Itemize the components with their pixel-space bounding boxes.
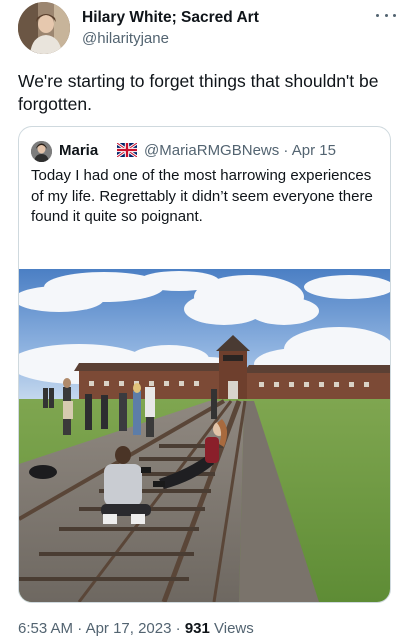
quoted-author-handle-date[interactable]: @MariaRMGBNews · Apr 15: [144, 142, 336, 159]
auschwitz-railway-photo: [19, 269, 390, 602]
tweet-header: Hilary White; Sacred Art @hilarityjane: [18, 2, 398, 54]
separator: ·: [175, 620, 181, 637]
author-handle[interactable]: @hilarityjane: [82, 30, 169, 47]
quoted-author-avatar[interactable]: [31, 141, 52, 162]
tweet-text: We're starting to forget things that sho…: [18, 71, 379, 114]
author-name[interactable]: Hilary White; Sacred Art: [82, 9, 259, 27]
quoted-author-name[interactable]: Maria: [59, 142, 98, 159]
quoted-tweet-text: Today I had one of the most harrowing ex…: [31, 167, 373, 225]
views-count: 931: [184, 620, 210, 637]
quoted-tweet[interactable]: Maria @MariaRMGBNews · Apr 15 Today I ha…: [18, 126, 391, 603]
quoted-profile-photo-icon: [31, 141, 52, 162]
author-avatar[interactable]: [18, 2, 70, 54]
views-label: Views: [214, 620, 254, 637]
more-options-icon[interactable]: [376, 8, 396, 22]
quoted-handle: @MariaRMGBNews: [144, 142, 280, 159]
quoted-photo[interactable]: [19, 269, 390, 602]
separator: ·: [77, 620, 83, 637]
profile-photo-icon: [18, 2, 70, 54]
separator: ·: [283, 142, 289, 159]
tweet-meta: 6:53 AM · Apr 17, 2023 · 931 Views: [18, 620, 254, 637]
tweet-time[interactable]: 6:53 AM: [18, 620, 73, 637]
quoted-date: Apr 15: [291, 142, 336, 159]
tweet-date[interactable]: Apr 17, 2023: [86, 620, 172, 637]
quoted-tweet-header: Maria @MariaRMGBNews · Apr 15: [31, 139, 381, 163]
uk-flag-icon: [116, 141, 138, 162]
